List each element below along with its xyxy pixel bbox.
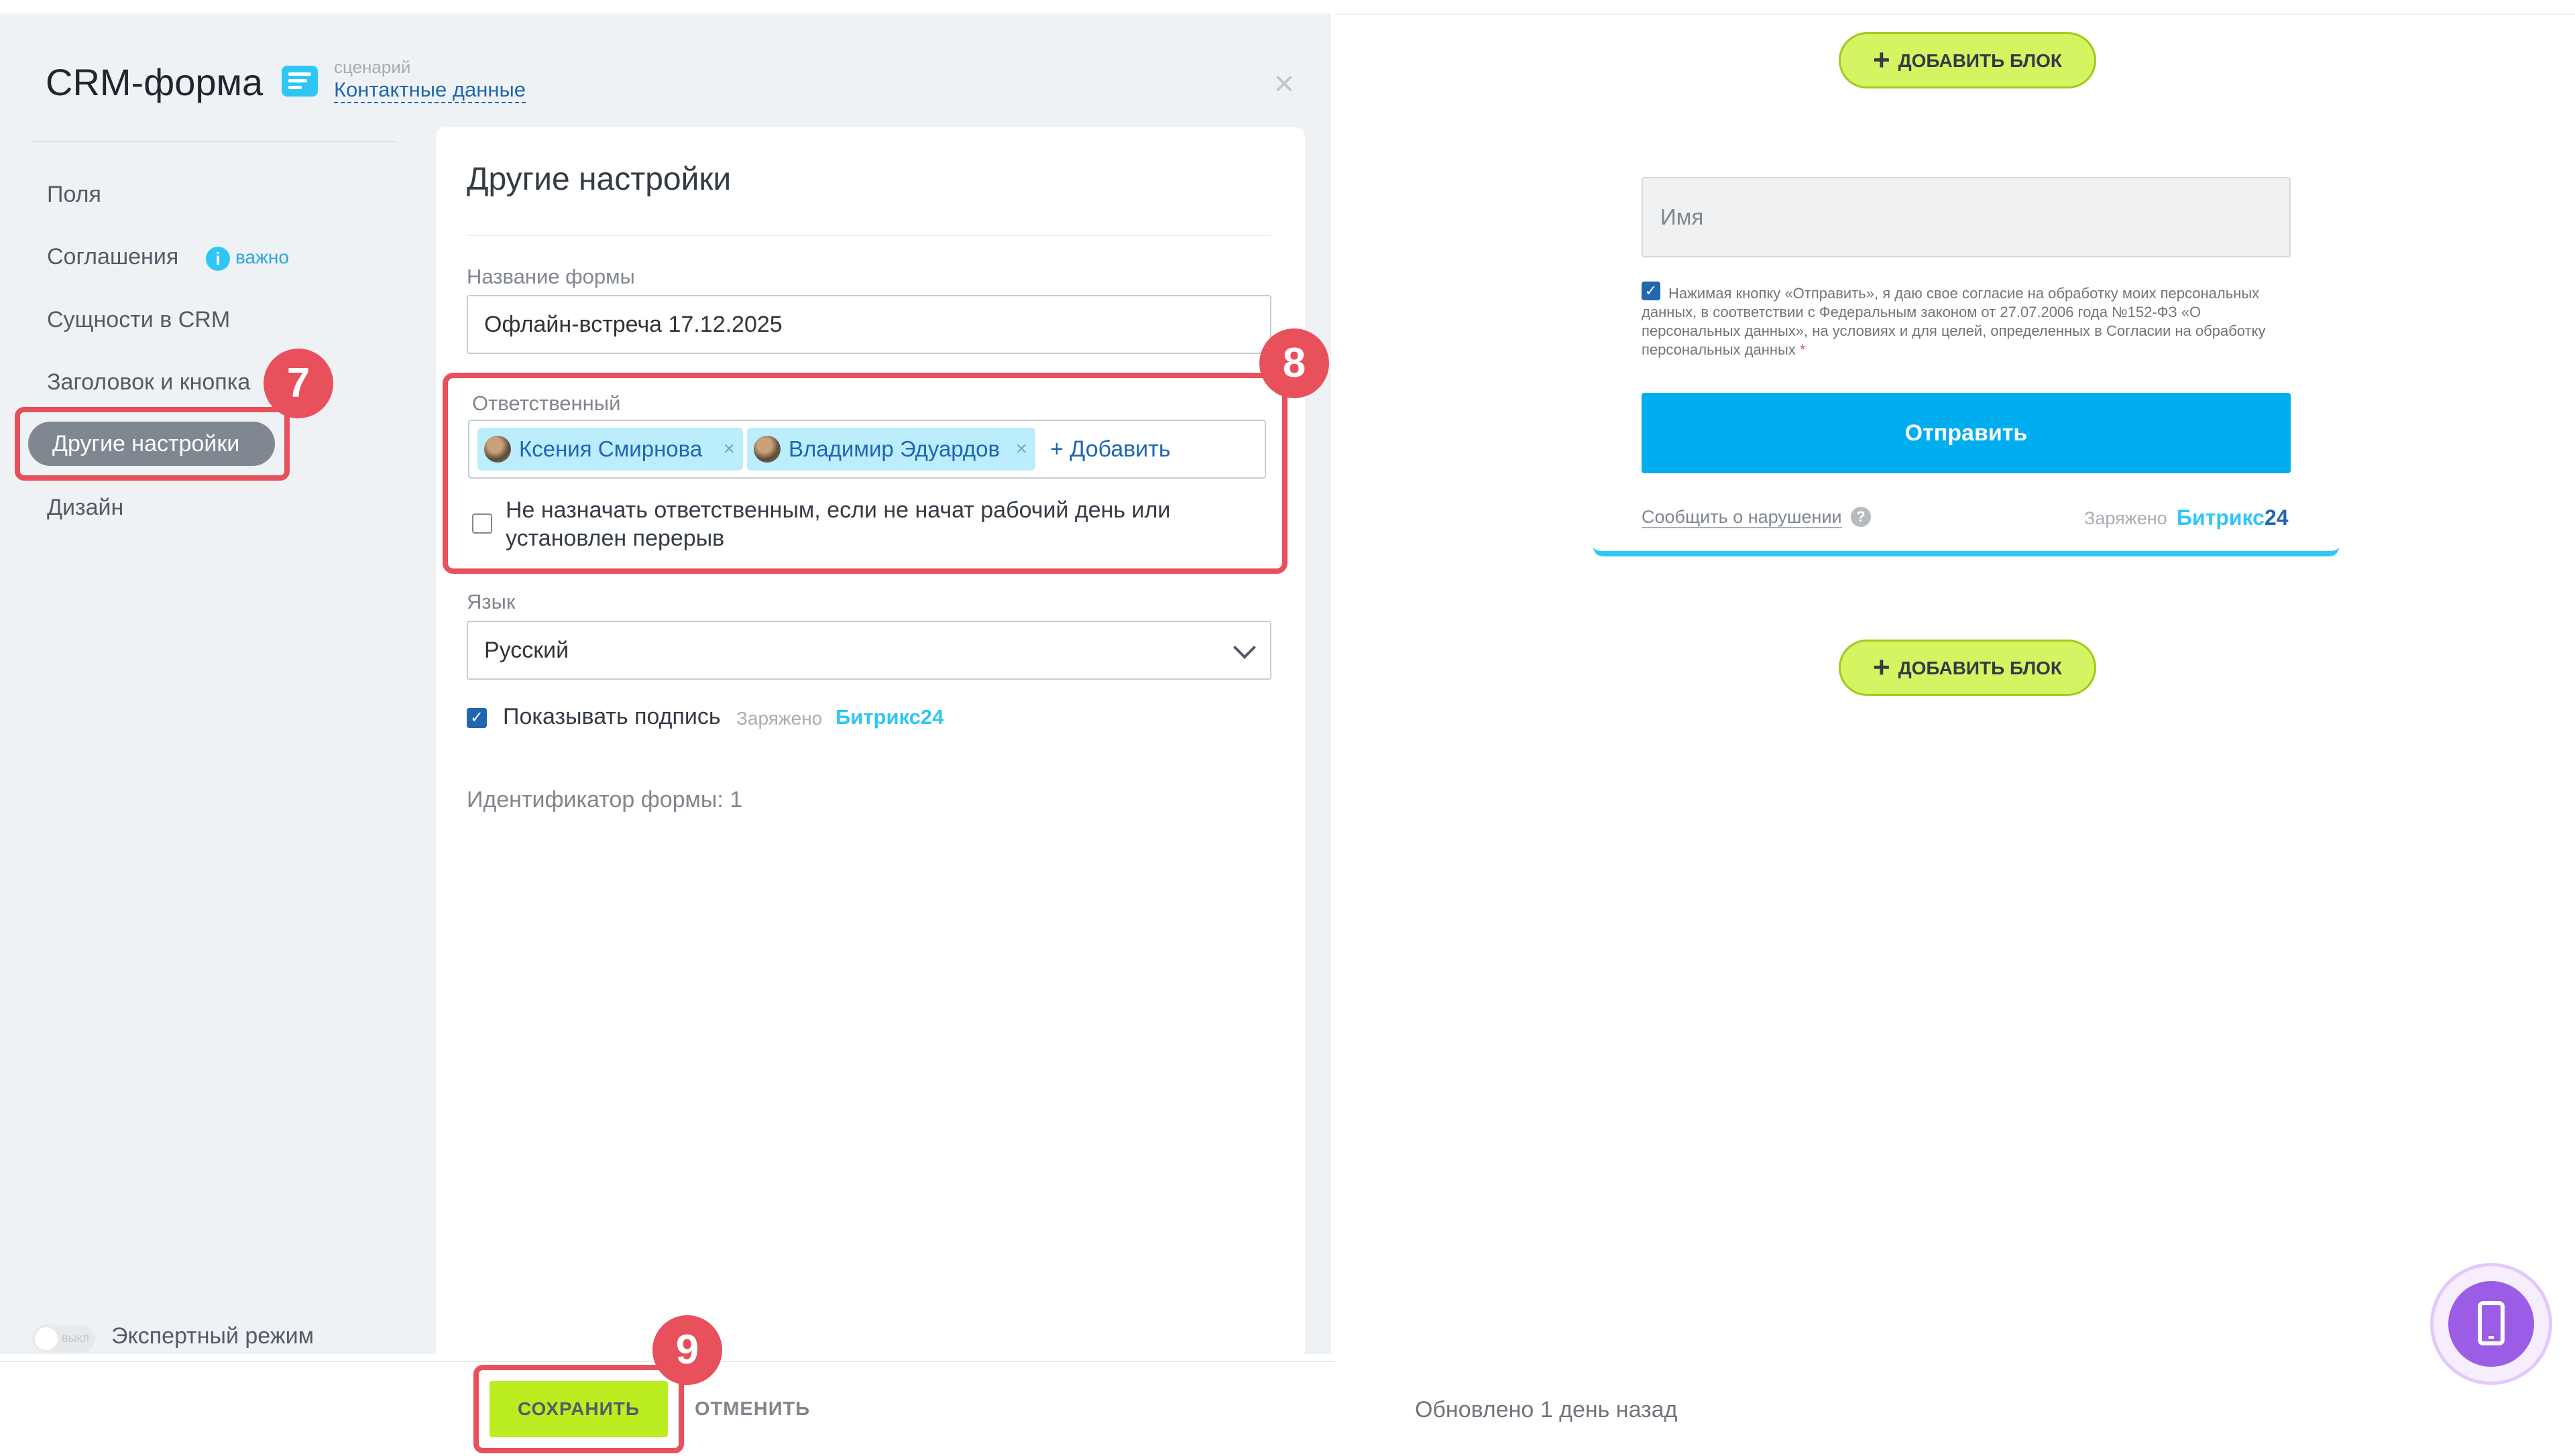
card-title: Другие настройки — [467, 162, 732, 197]
language-select[interactable]: Русский — [467, 621, 1271, 680]
toggle-knob — [35, 1327, 58, 1350]
responsible-chip[interactable]: Ксения Смирнова × — [477, 428, 743, 471]
required-mark: * — [1799, 341, 1806, 358]
remove-icon[interactable]: × — [723, 428, 735, 471]
help-icon[interactable]: ? — [1851, 507, 1871, 527]
add-block-button[interactable]: + ДОБАВИТЬ БЛОК — [1839, 640, 2096, 696]
add-block-button[interactable]: + ДОБАВИТЬ БЛОК — [1839, 32, 2096, 88]
responsible-field[interactable]: Ксения Смирнова × Владимир Эдуардов × + … — [468, 420, 1266, 479]
highlight-frame-save: СОХРАНИТЬ — [473, 1365, 684, 1453]
nav-item-agreements[interactable]: Соглашения — [47, 243, 178, 270]
consent-body: Нажимая кнопку «Отправить», я даю свое с… — [1642, 285, 2266, 358]
nav-item-design[interactable]: Дизайн — [47, 494, 123, 521]
brand-number: 24 — [2264, 505, 2289, 530]
charged-label: Заряжено — [2084, 508, 2167, 528]
form-name-input[interactable]: Офлайн-встреча 17.12.2025 — [467, 295, 1271, 354]
language-label: Язык — [467, 590, 516, 613]
important-badge[interactable]: i важно — [206, 245, 289, 271]
plus-icon: + — [1872, 44, 1890, 76]
brand-name: Битрикс — [2177, 505, 2265, 530]
important-badge-label: важно — [235, 247, 289, 267]
form-list-icon — [282, 66, 318, 97]
signature-charged-text: Заряжено — [736, 708, 823, 729]
no-assign-checkbox[interactable] — [472, 513, 492, 534]
consent-checkbox[interactable]: ✓ — [1642, 282, 1660, 300]
submit-button[interactable]: Отправить — [1642, 393, 2291, 473]
preview-divider — [1334, 13, 2575, 15]
name-input[interactable]: Имя — [1642, 177, 2291, 257]
responsible-label: Ответственный — [472, 391, 621, 415]
nav-item-header-button[interactable]: Заголовок и кнопка — [47, 369, 250, 396]
scenario-link[interactable]: Контактные данные — [334, 78, 526, 103]
nav-item-fields[interactable]: Поля — [47, 181, 101, 208]
card-divider — [467, 235, 1271, 236]
add-block-label: ДОБАВИТЬ БЛОК — [1898, 50, 2062, 71]
avatar — [484, 436, 511, 463]
mobile-phone-icon — [2448, 1281, 2534, 1367]
expert-mode-toggle[interactable]: выкл — [32, 1325, 95, 1353]
responsible-name: Владимир Эдуардов — [789, 436, 1000, 461]
plus-icon: + — [1872, 651, 1890, 684]
step-badge-8: 8 — [1259, 328, 1329, 398]
remove-icon[interactable]: × — [1015, 428, 1027, 471]
signature-brand: Битрикс24 — [836, 705, 944, 729]
cancel-button[interactable]: ОТМЕНИТЬ — [695, 1398, 810, 1420]
bitrix24-logo[interactable]: Битрикс24 — [2177, 505, 2289, 530]
expert-mode-label: Экспертный режим — [111, 1323, 314, 1349]
save-button[interactable]: СОХРАНИТЬ — [490, 1381, 668, 1437]
language-value: Русский — [484, 638, 569, 663]
responsible-name: Ксения Смирнова — [519, 436, 703, 461]
highlight-frame-responsible: Ответственный Ксения Смирнова × Владимир… — [443, 373, 1288, 574]
mobile-preview-button[interactable] — [2430, 1263, 2552, 1385]
show-signature-label[interactable]: Показывать подпись — [503, 704, 721, 730]
avatar — [754, 436, 781, 463]
add-responsible-link[interactable]: + Добавить — [1050, 428, 1171, 471]
page-title: CRM-форма — [46, 61, 264, 103]
highlight-frame-other-settings: Другие настройки — [15, 407, 290, 481]
consent-text: Нажимая кнопку «Отправить», я даю свое с… — [1642, 284, 2285, 359]
updated-status: Обновлено 1 день назад — [1415, 1397, 1678, 1422]
show-signature-checkbox[interactable]: ✓ — [467, 708, 487, 728]
toggle-state-label: выкл — [62, 1331, 90, 1345]
chevron-down-icon — [1233, 636, 1256, 659]
close-icon[interactable]: × — [1267, 66, 1301, 101]
add-block-label: ДОБАВИТЬ БЛОК — [1898, 658, 2062, 678]
form-id-text: Идентификатор формы: 1 — [467, 787, 743, 812]
info-icon: i — [206, 246, 230, 271]
nav-item-other-settings[interactable]: Другие настройки — [28, 422, 275, 466]
form-bottom-border — [1593, 547, 2339, 556]
step-badge-7: 7 — [264, 349, 333, 418]
scenario-caption: сценарий — [334, 57, 411, 77]
no-assign-label[interactable]: Не назначать ответственным, если не нача… — [506, 496, 1243, 552]
responsible-chip[interactable]: Владимир Эдуардов × — [747, 428, 1035, 471]
other-settings-card: Другие настройки Название формы Офлайн-в… — [436, 127, 1305, 1361]
step-badge-9: 9 — [652, 1315, 722, 1385]
report-abuse-link[interactable]: Сообщить о нарушении — [1642, 507, 1842, 528]
form-name-label: Название формы — [467, 265, 635, 288]
nav-item-crm-entities[interactable]: Сущности в CRM — [47, 306, 230, 333]
nav-divider — [31, 141, 397, 142]
